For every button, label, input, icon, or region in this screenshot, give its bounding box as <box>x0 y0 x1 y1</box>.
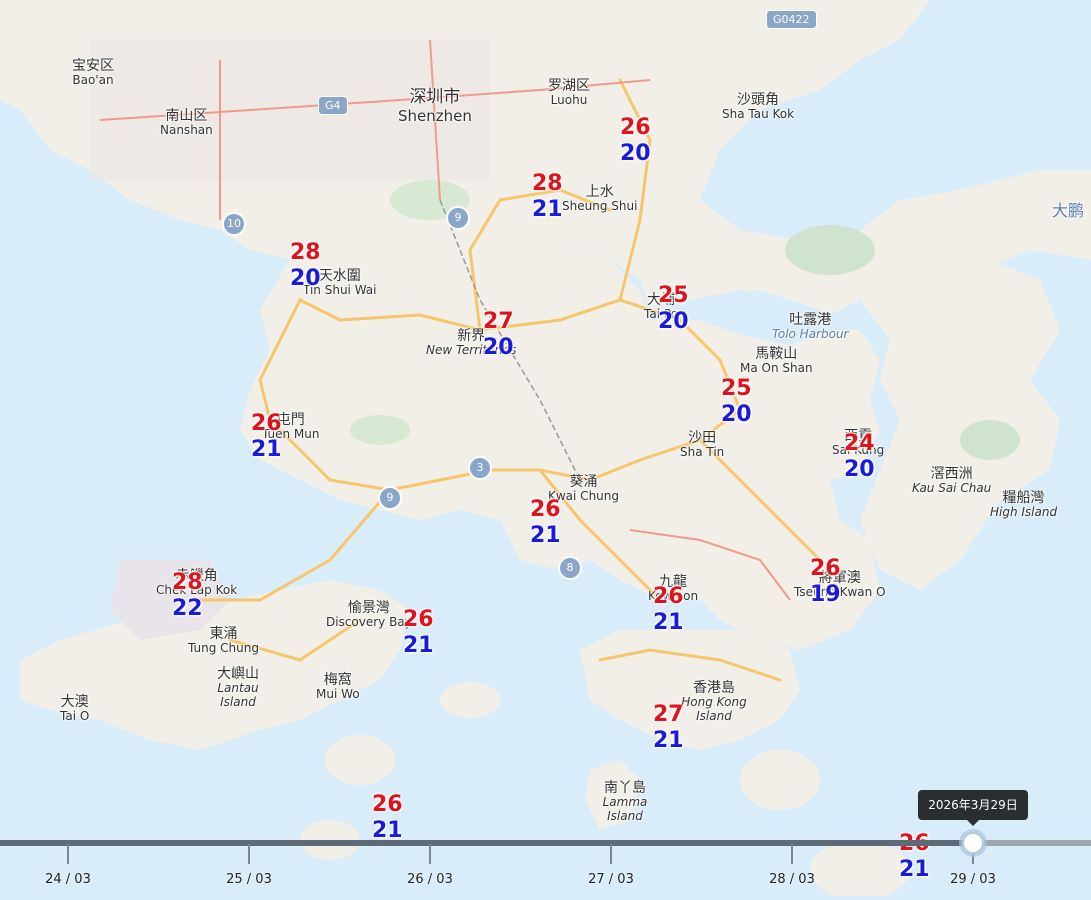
timeline-tick <box>67 844 69 864</box>
timeline-slider[interactable]: 24 / 03 25 / 03 26 / 03 27 / 03 28 / 03 … <box>0 832 1091 896</box>
temp-marker-ma-on-shan[interactable]: 25 20 <box>721 376 752 428</box>
temp-marker-tin-shui-wai[interactable]: 28 20 <box>290 240 321 292</box>
temp-marker-new-territories[interactable]: 27 20 <box>483 309 514 361</box>
temp-marker-tseung-kwan-o[interactable]: 26 19 <box>810 556 841 608</box>
timeline-tick <box>791 844 793 864</box>
timeline-label-24-03[interactable]: 24 / 03 <box>28 872 108 887</box>
place-label-tolo-harbour: 吐露港 Tolo Harbour <box>772 312 849 342</box>
timeline-label-26-03[interactable]: 26 / 03 <box>390 872 470 887</box>
place-label-lantau-island: 大嶼山 Lantau Island <box>217 666 259 709</box>
place-label-sha-tau-kok: 沙頭角 Sha Tau Kok <box>722 92 795 122</box>
temp-marker-discovery-bay[interactable]: 26 21 <box>403 607 434 659</box>
road-shield-10: 10 <box>222 212 246 236</box>
place-label-discovery-bay: 愉景灣 Discovery Bay <box>326 600 412 630</box>
road-shield-g0422: G0422 <box>766 10 817 29</box>
map-canvas[interactable]: 宝安区 Bao'an 南山区 Nanshan 深圳市 Shenzhen 罗湖区 Luoh… <box>0 0 1091 900</box>
place-label-nanshan: 南山区 Nanshan <box>160 108 213 138</box>
temp-marker-kwai-chung[interactable]: 26 21 <box>530 497 561 549</box>
place-label-kau-sai-chau: 滘西洲 Kau Sai Chau <box>912 466 992 496</box>
temp-marker-tai-po[interactable]: 25 20 <box>658 283 689 335</box>
timeline-label-28-03[interactable]: 28 / 03 <box>752 872 832 887</box>
timeline-track-rest[interactable] <box>972 840 1091 846</box>
temp-marker-chek-lap-kok[interactable]: 28 22 <box>172 570 203 622</box>
temp-marker-sha-tau-kok[interactable]: 26 20 <box>620 115 651 167</box>
temp-marker-lamma-west[interactable]: 26 21 <box>372 792 403 844</box>
place-label-tung-chung: 東涌 Tung Chung <box>188 626 259 656</box>
place-label-sheung-shui: 上水 Sheung Shui <box>562 184 638 214</box>
temp-marker-sai-kung[interactable]: 24 20 <box>844 431 875 483</box>
road-shield-9b: 9 <box>378 486 402 510</box>
place-label-ma-on-shan: 馬鞍山 Ma On Shan <box>740 346 813 376</box>
timeline-label-27-03[interactable]: 27 / 03 <box>571 872 651 887</box>
place-label-high-island: 糧船灣 High Island <box>990 490 1058 520</box>
timeline-label-29-03[interactable]: 29 / 03 <box>933 872 1013 887</box>
date-tooltip: 2026年3月29日 <box>918 790 1028 826</box>
place-label-dapeng: 大鹏 <box>1052 201 1085 220</box>
place-label-mui-wo: 梅窩 Mui Wo <box>316 672 360 702</box>
place-label-baoan: 宝安区 Bao'an <box>72 58 114 88</box>
place-label-luohu: 罗湖区 Luohu <box>548 78 590 108</box>
place-label-lamma-island: 南丫島 Lamma Island <box>602 780 648 823</box>
place-label-hong-kong-island: 香港島 Hong Kong Island <box>681 680 747 723</box>
timeline-handle[interactable] <box>962 832 984 854</box>
temp-marker-kowloon[interactable]: 26 21 <box>653 584 684 636</box>
timeline-label-25-03[interactable]: 25 / 03 <box>209 872 289 887</box>
timeline-tick <box>248 844 250 864</box>
road-shield-9: 9 <box>446 206 470 230</box>
road-shield-8: 8 <box>558 556 582 580</box>
timeline-tick <box>429 844 431 864</box>
temp-marker-hong-kong-island[interactable]: 27 21 <box>653 702 684 754</box>
timeline-track-filled[interactable] <box>0 840 972 846</box>
road-shield-3: 3 <box>468 456 492 480</box>
road-shield-g4: G4 <box>318 96 348 115</box>
place-label-sha-tin: 沙田 Sha Tin <box>680 430 725 460</box>
temp-marker-sheung-shui[interactable]: 28 21 <box>532 171 563 223</box>
timeline-tick <box>610 844 612 864</box>
place-label-tai-o: 大澳 Tai O <box>60 694 90 724</box>
place-label-shenzhen: 深圳市 Shenzhen <box>398 87 472 125</box>
temp-marker-tuen-mun[interactable]: 26 21 <box>251 411 282 463</box>
